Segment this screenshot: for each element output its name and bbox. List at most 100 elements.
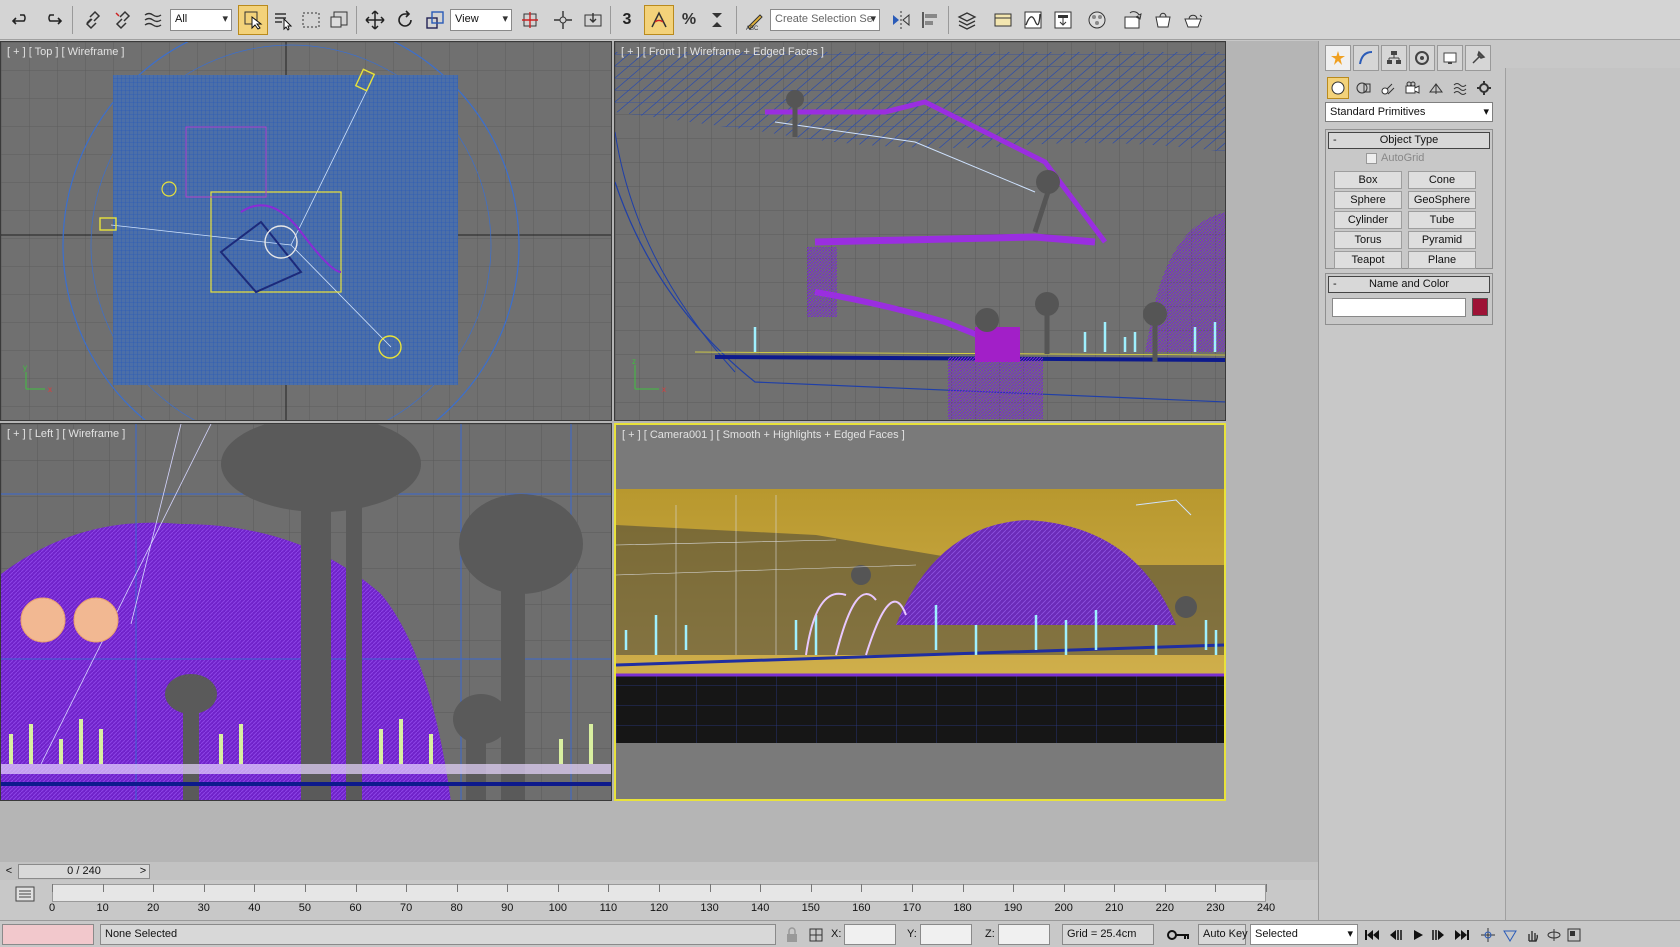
y-coordinate-field[interactable] xyxy=(920,924,972,945)
track-bar[interactable]: 0 10 20 30 40 50 60 70 80 90 100 110 120 130 140 150 160… xyxy=(0,880,1318,916)
set-key-icon[interactable] xyxy=(1166,925,1192,945)
cone-button[interactable]: Cone xyxy=(1408,171,1476,189)
move-icon[interactable] xyxy=(360,5,390,35)
zoom-extents-icon[interactable] xyxy=(1478,925,1498,945)
cameras-category-icon[interactable] xyxy=(1401,77,1423,99)
maximize-viewport-icon[interactable] xyxy=(1564,925,1584,945)
camera-viewport-label[interactable]: [ + ] [ Camera001 ] [ Smooth + Highlight… xyxy=(622,429,905,441)
align-icon[interactable] xyxy=(916,5,946,35)
space-warps-category-icon[interactable] xyxy=(1449,77,1471,99)
orbit-icon[interactable] xyxy=(1544,925,1564,945)
render-production-icon[interactable] xyxy=(1178,5,1208,35)
front-viewport[interactable]: [ + ] [ Front ] [ Wireframe + Edged Face… xyxy=(614,41,1226,421)
unlink-icon[interactable] xyxy=(108,5,138,35)
material-editor-icon[interactable] xyxy=(1082,5,1112,35)
object-name-field[interactable] xyxy=(1332,298,1466,317)
play-icon[interactable] xyxy=(1408,925,1428,945)
lights-category-icon[interactable] xyxy=(1377,77,1399,99)
maxscript-listener-field[interactable] xyxy=(2,924,94,945)
x-coordinate-field[interactable] xyxy=(844,924,896,945)
box-button[interactable]: Box xyxy=(1334,171,1402,189)
left-viewport[interactable]: [ + ] [ Left ] [ Wireframe ] xyxy=(0,423,612,801)
window-crossing-icon[interactable] xyxy=(324,5,354,35)
scale-icon[interactable] xyxy=(420,5,450,35)
tube-button[interactable]: Tube xyxy=(1408,211,1476,229)
name-and-color-header[interactable]: - Name and Color xyxy=(1328,276,1490,293)
object-type-rollout: - Object Type AutoGrid Box Cone Sphere Ge… xyxy=(1325,129,1493,269)
rotate-icon[interactable] xyxy=(390,5,420,35)
teapot-button[interactable]: Teapot xyxy=(1334,251,1402,269)
create-tab-icon[interactable] xyxy=(1325,45,1351,71)
go-to-start-icon[interactable] xyxy=(1362,925,1382,945)
shapes-category-icon[interactable] xyxy=(1353,77,1375,99)
previous-frame-arrow-icon[interactable]: < xyxy=(2,864,16,879)
next-frame-arrow-icon[interactable]: > xyxy=(136,864,150,879)
render-frame-window-icon[interactable] xyxy=(1148,5,1178,35)
front-viewport-label[interactable]: [ + ] [ Front ] [ Wireframe + Edged Face… xyxy=(621,46,824,58)
autogrid-checkbox[interactable]: AutoGrid xyxy=(1366,152,1424,164)
top-viewport[interactable]: [ + ] [ Top ] [ Wireframe ] y x xyxy=(0,41,612,421)
camera-viewport[interactable]: [ + ] [ Camera001 ] [ Smooth + Highlight… xyxy=(614,423,1226,801)
rect-selection-icon[interactable] xyxy=(296,5,326,35)
object-type-header[interactable]: - Object Type xyxy=(1328,132,1490,149)
edit-named-selection-icon[interactable]: ABC xyxy=(740,5,770,35)
pyramid-button[interactable]: Pyramid xyxy=(1408,231,1476,249)
space-warp-bind-icon[interactable] xyxy=(138,5,168,35)
spinner-snap-icon[interactable] xyxy=(702,5,732,35)
track-tick-label: 10 xyxy=(96,902,109,914)
link-icon[interactable] xyxy=(78,5,108,35)
time-slider[interactable]: 0 / 240 xyxy=(18,864,150,879)
name-and-color-rollout: - Name and Color xyxy=(1325,273,1493,325)
modify-tab-icon[interactable] xyxy=(1353,45,1379,71)
angle-snap-icon[interactable] xyxy=(644,5,674,35)
track-tick xyxy=(355,884,357,892)
hierarchy-tab-icon[interactable] xyxy=(1381,45,1407,71)
pan-view-icon[interactable] xyxy=(1522,925,1542,945)
cylinder-button[interactable]: Cylinder xyxy=(1334,211,1402,229)
render-setup-icon[interactable] xyxy=(1118,5,1148,35)
z-coordinate-field[interactable] xyxy=(998,924,1050,945)
snap-toggle-icon[interactable]: 3 xyxy=(614,5,640,35)
absolute-mode-icon[interactable] xyxy=(806,925,826,945)
geometry-category-icon[interactable] xyxy=(1327,77,1349,99)
layer-manager-icon[interactable] xyxy=(952,5,982,35)
sphere-button[interactable]: Sphere xyxy=(1334,191,1402,209)
next-frame-icon[interactable] xyxy=(1428,925,1448,945)
utilities-tab-icon[interactable] xyxy=(1465,45,1491,71)
scene-explorer-icon[interactable] xyxy=(988,5,1018,35)
primitive-type-dropdown[interactable]: Standard Primitives xyxy=(1325,102,1493,122)
selection-filter-dropdown[interactable]: All xyxy=(170,9,232,31)
select-manipulate-icon[interactable] xyxy=(548,5,578,35)
curve-editor-icon[interactable] xyxy=(1018,5,1048,35)
mini-curve-editor-icon[interactable] xyxy=(14,884,36,904)
geosphere-button[interactable]: GeoSphere xyxy=(1408,191,1476,209)
selection-lock-icon[interactable] xyxy=(782,925,802,945)
left-viewport-label[interactable]: [ + ] [ Left ] [ Wireframe ] xyxy=(7,428,125,440)
go-to-end-icon[interactable] xyxy=(1452,925,1472,945)
plane-button[interactable]: Plane xyxy=(1408,251,1476,269)
keyboard-shortcut-icon[interactable] xyxy=(578,5,608,35)
display-tab-icon[interactable] xyxy=(1437,45,1463,71)
mirror-icon[interactable] xyxy=(886,5,916,35)
reference-coordinate-dropdown[interactable]: View xyxy=(450,9,512,31)
torus-button[interactable]: Torus xyxy=(1334,231,1402,249)
auto-key-button[interactable]: Auto Key xyxy=(1198,924,1248,945)
previous-frame-icon[interactable] xyxy=(1386,925,1406,945)
pivot-center-icon[interactable] xyxy=(516,5,546,35)
top-viewport-label[interactable]: [ + ] [ Top ] [ Wireframe ] xyxy=(7,46,124,58)
systems-category-icon[interactable] xyxy=(1473,77,1495,99)
time-slider-bar: < 0 / 240 > xyxy=(0,862,1318,880)
undo-icon[interactable] xyxy=(6,5,36,35)
helpers-category-icon[interactable] xyxy=(1425,77,1447,99)
track-tick-label: 80 xyxy=(450,902,463,914)
schematic-view-icon[interactable] xyxy=(1048,5,1078,35)
motion-tab-icon[interactable] xyxy=(1409,45,1435,71)
select-by-name-icon[interactable] xyxy=(268,5,298,35)
redo-icon[interactable] xyxy=(38,5,68,35)
select-object-icon[interactable] xyxy=(238,5,268,35)
named-selection-set-dropdown[interactable]: Create Selection Se xyxy=(770,9,880,31)
field-of-view-icon[interactable] xyxy=(1500,925,1520,945)
percent-snap-icon[interactable]: % xyxy=(674,5,704,35)
object-color-swatch[interactable] xyxy=(1472,298,1488,316)
key-filter-dropdown[interactable]: Selected ▾ xyxy=(1250,924,1358,945)
